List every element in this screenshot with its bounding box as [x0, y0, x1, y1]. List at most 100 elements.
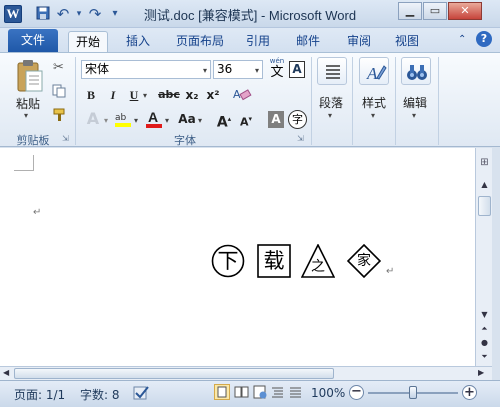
previous-page-icon[interactable]: ⏶: [478, 324, 491, 336]
zoom-out-button[interactable]: −: [349, 385, 364, 400]
character-shading-button[interactable]: A: [268, 111, 284, 128]
scroll-down-icon[interactable]: ▼: [478, 310, 491, 322]
cut-icon[interactable]: ✂: [53, 60, 64, 75]
phonetic-guide-button[interactable]: wén 文: [267, 57, 287, 81]
outline-view-icon[interactable]: [270, 384, 286, 403]
tab-view[interactable]: 视图: [391, 31, 423, 52]
font-launcher-icon[interactable]: ⇲: [297, 134, 304, 143]
proofing-icon[interactable]: [133, 385, 151, 404]
window-title: 测试.doc [兼容模式] - Microsoft Word: [143, 8, 357, 23]
bold-button[interactable]: B: [84, 85, 98, 105]
ribbon: 粘贴 ▾ ✂ 剪贴板 ⇲ 宋体 ▾ 36 ▾ wén 文 A B I U ▾ a…: [0, 52, 500, 147]
close-button[interactable]: ✕: [448, 2, 482, 20]
svg-text:ab: ab: [115, 113, 127, 123]
zoom-slider-thumb[interactable]: [409, 386, 417, 399]
styles-icon[interactable]: A: [359, 57, 389, 85]
enclosed-char-1: 下: [217, 249, 239, 273]
chevron-down-icon: ▾: [202, 66, 207, 75]
enclosed-char-4: 家: [357, 253, 371, 269]
format-painter-icon[interactable]: [53, 108, 67, 125]
scrollbar-thumb[interactable]: [478, 196, 491, 216]
phonetic-guide-char: 文: [270, 65, 284, 80]
paste-label[interactable]: 粘贴: [16, 95, 40, 112]
shrink-font-button[interactable]: A▾: [238, 109, 254, 129]
next-page-icon[interactable]: ⏷: [478, 352, 491, 364]
font-family-value: 宋体: [85, 62, 110, 76]
paragraph-mark: ↵: [33, 207, 42, 218]
grow-font-button[interactable]: A▴: [216, 109, 232, 131]
tab-mailings[interactable]: 邮件: [292, 31, 324, 52]
styles-label[interactable]: 样式: [362, 94, 386, 111]
page-count[interactable]: 页面: 1/1: [14, 386, 65, 403]
change-case-dropdown-icon[interactable]: ▾: [198, 116, 202, 125]
customize-qat-icon[interactable]: ▾: [106, 6, 124, 22]
redo-icon[interactable]: ↷: [86, 6, 104, 22]
tab-review[interactable]: 审阅: [343, 31, 375, 52]
grow-font-label: A: [216, 114, 228, 131]
paste-icon[interactable]: [14, 57, 46, 97]
change-case-button[interactable]: Aa: [177, 109, 197, 129]
minimize-button[interactable]: ▁: [398, 2, 422, 20]
divider: [352, 57, 353, 145]
ruler-toggle-icon[interactable]: ⊞: [478, 157, 491, 171]
svg-text:A: A: [366, 64, 378, 83]
superscript-button[interactable]: x²: [205, 85, 221, 105]
styles-dropdown-icon[interactable]: ▾: [371, 111, 375, 120]
enclosed-char-triangle[interactable]: 之: [301, 244, 335, 278]
zoom-level[interactable]: 100%: [311, 386, 345, 400]
paragraph-dropdown-icon[interactable]: ▾: [328, 111, 332, 120]
enclose-characters-button[interactable]: 字: [288, 110, 307, 129]
text-effects-dropdown-icon[interactable]: ▾: [104, 116, 108, 125]
text-effects-icon[interactable]: A: [83, 109, 103, 129]
phonetic-guide-pinyin: wén: [269, 57, 285, 65]
tab-page-layout[interactable]: 页面布局: [170, 31, 230, 52]
editing-label[interactable]: 编辑: [403, 94, 427, 111]
paragraph-button[interactable]: [317, 57, 347, 85]
strikethrough-button[interactable]: abc: [158, 85, 180, 105]
clear-formatting-icon[interactable]: A: [232, 85, 252, 106]
horizontal-scrollbar[interactable]: ◀ ▶: [0, 366, 492, 380]
paragraph-label[interactable]: 段落: [319, 94, 343, 111]
enclosed-char-square[interactable]: 载: [257, 244, 291, 278]
ribbon-minimize-icon[interactable]: ⌃: [458, 34, 466, 45]
paste-dropdown-icon[interactable]: ▾: [24, 111, 28, 120]
tab-home[interactable]: 开始: [68, 31, 108, 52]
highlight-icon[interactable]: ab: [113, 109, 133, 129]
highlight-dropdown-icon[interactable]: ▾: [134, 116, 138, 125]
scroll-right-icon[interactable]: ▶: [478, 368, 484, 377]
binoculars-icon[interactable]: [401, 57, 431, 85]
subscript-button[interactable]: x₂: [184, 85, 200, 105]
font-color-icon[interactable]: A: [145, 109, 163, 129]
help-icon[interactable]: ?: [476, 31, 492, 47]
underline-button[interactable]: U: [127, 85, 141, 105]
tab-references[interactable]: 引用: [242, 31, 274, 52]
underline-dropdown-icon[interactable]: ▾: [143, 91, 147, 100]
word-count[interactable]: 字数: 8: [80, 386, 120, 403]
full-screen-reading-icon[interactable]: [234, 384, 250, 403]
zoom-in-button[interactable]: +: [462, 385, 477, 400]
clipboard-group-label: 剪贴板: [16, 134, 50, 147]
print-layout-view-icon[interactable]: [214, 384, 230, 400]
font-size-select[interactable]: 36 ▾: [213, 60, 263, 79]
copy-icon[interactable]: [52, 84, 66, 101]
word-app-icon[interactable]: W: [4, 5, 22, 23]
save-icon[interactable]: [34, 6, 52, 22]
enclosed-char-circle[interactable]: 下: [211, 244, 245, 278]
tab-insert[interactable]: 插入: [118, 31, 158, 52]
italic-button[interactable]: I: [106, 85, 120, 105]
tab-file[interactable]: 文件: [8, 29, 58, 52]
scroll-up-icon[interactable]: ▲: [478, 180, 491, 192]
font-color-dropdown-icon[interactable]: ▾: [165, 116, 169, 125]
enclosed-char-diamond[interactable]: 家: [347, 244, 381, 278]
browse-object-icon[interactable]: ●: [478, 338, 491, 350]
editing-dropdown-icon[interactable]: ▾: [412, 111, 416, 120]
web-layout-icon[interactable]: [252, 384, 268, 403]
font-family-select[interactable]: 宋体 ▾: [81, 60, 211, 79]
character-border-button[interactable]: A: [289, 61, 305, 78]
clipboard-launcher-icon[interactable]: ⇲: [62, 134, 69, 143]
hscrollbar-thumb[interactable]: [14, 368, 334, 379]
vertical-scrollbar[interactable]: ⊞ ▲ ▼ ⏶ ● ⏷: [475, 148, 492, 366]
draft-view-icon[interactable]: [288, 384, 304, 403]
scroll-left-icon[interactable]: ◀: [3, 368, 9, 377]
maximize-button[interactable]: ▭: [423, 2, 447, 20]
